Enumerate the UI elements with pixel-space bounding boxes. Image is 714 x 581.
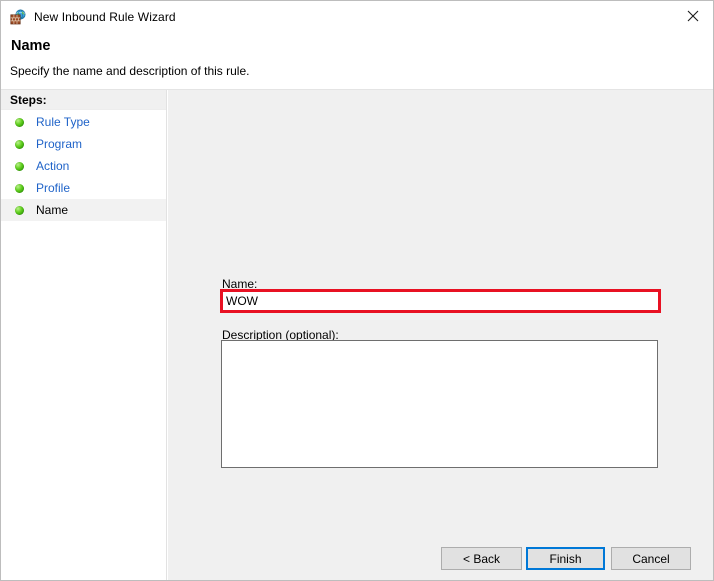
cancel-button[interactable]: Cancel [611,547,691,570]
window-title: New Inbound Rule Wizard [34,9,176,24]
page-header: Name Specify the name and description of… [1,32,713,89]
page-subtitle: Specify the name and description of this… [10,64,250,78]
wizard-footer: < Back Finish Cancel [168,510,713,580]
sidebar-item-rule-type[interactable]: Rule Type [1,111,166,133]
description-box [221,340,658,468]
green-bullet-icon [15,117,24,127]
firewall-globe-icon [10,9,26,25]
back-button[interactable]: < Back [441,547,522,570]
new-inbound-rule-wizard-window: New Inbound Rule Wizard Name Specify the… [0,0,714,581]
titlebar: New Inbound Rule Wizard [1,1,713,32]
page-title: Name [11,38,51,54]
sidebar-item-action[interactable]: Action [1,155,166,177]
sidebar-item-profile[interactable]: Profile [1,177,166,199]
steps-header: Steps: [1,90,166,110]
sidebar-item-label: Action [36,159,70,173]
steps-header-label: Steps: [10,93,47,107]
description-input[interactable] [222,341,657,467]
sidebar-item-name[interactable]: Name [1,199,166,221]
green-bullet-icon [15,183,24,193]
sidebar-item-label: Profile [36,181,71,195]
main-content: Name: Description (optional): < Back Fin… [168,90,713,580]
sidebar-item-label: Name [36,203,69,217]
sidebar-item-label: Rule Type [36,115,90,129]
close-icon[interactable] [670,1,713,31]
green-bullet-icon [15,139,24,149]
finish-button[interactable]: Finish [526,547,605,570]
sidebar-item-label: Program [36,137,83,151]
steps-list: Rule Type Program Action Profile Name [1,111,166,221]
name-field-highlight [220,289,661,313]
green-bullet-icon [15,161,24,171]
name-input[interactable] [223,292,658,310]
green-bullet-icon [15,205,24,215]
sidebar-item-program[interactable]: Program [1,133,166,155]
steps-sidebar: Steps: Rule Type Program Action Profile [1,90,167,580]
